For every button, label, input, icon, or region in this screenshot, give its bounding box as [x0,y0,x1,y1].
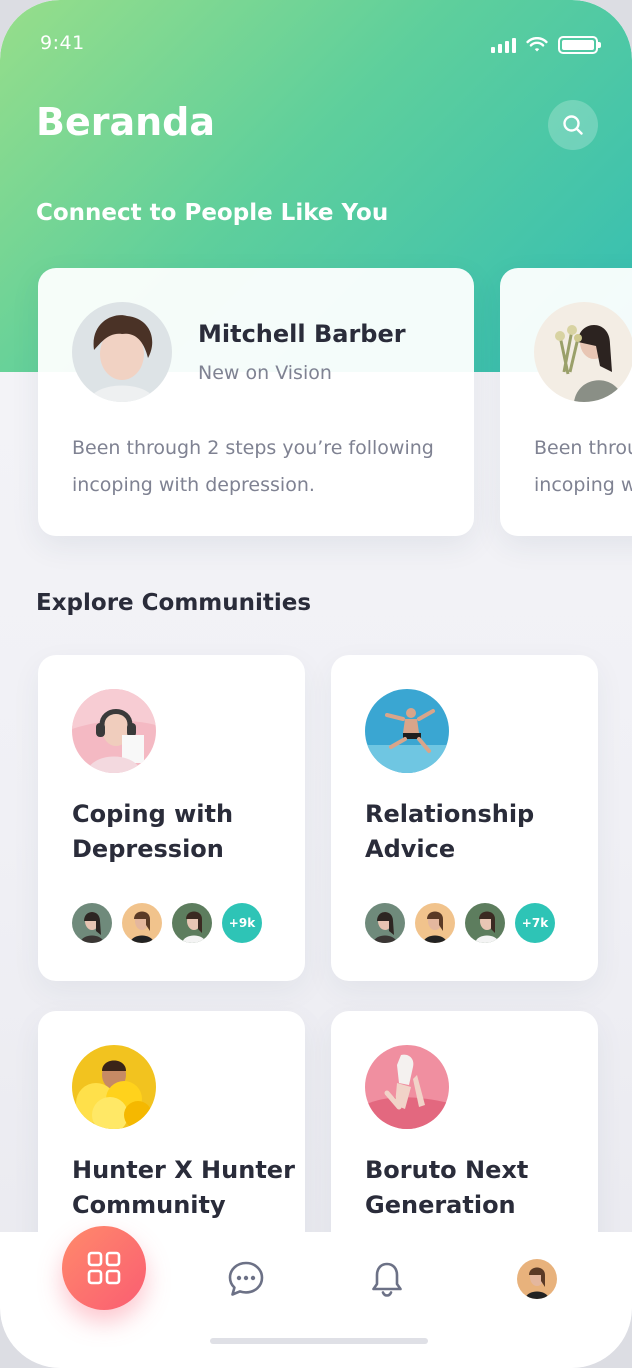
member-list: +9k [72,903,262,943]
community-title: Hunter X Hunter Community [72,1156,295,1219]
community-card[interactable]: Coping with Depression +9k [38,655,305,981]
person-card[interactable]: Been through 2 steps you’re following in… [500,268,632,536]
person-card[interactable]: Mitchell Barber New on Vision Been throu… [38,268,474,536]
member-count-badge: +7k [515,903,555,943]
member-avatar [465,903,505,943]
status-time: 9:41 [40,32,85,54]
tab-chat[interactable] [226,1259,266,1299]
home-indicator [210,1338,428,1344]
community-title: Boruto Next Generation [365,1156,529,1219]
community-card[interactable]: Relationship Advice +7k [331,655,598,981]
search-icon [563,115,583,135]
tab-notifications[interactable] [367,1259,407,1299]
member-avatar [172,903,212,943]
member-avatar [365,903,405,943]
person-description: Been through 2 steps you’re following in… [534,437,632,496]
community-title: Relationship Advice [365,800,535,863]
bell-icon [372,1262,402,1297]
search-button[interactable] [548,100,598,150]
community-avatar [72,689,156,773]
person-status: New on Vision [198,362,332,384]
member-list: +7k [365,903,555,943]
status-bar: 9:41 [0,0,632,80]
signal-icon [491,37,516,53]
tab-home[interactable] [62,1226,146,1310]
community-avatar [365,689,449,773]
person-avatar [534,302,632,402]
person-description: Been through 2 steps you’re following in… [72,437,434,496]
member-avatar [72,903,112,943]
member-avatar [122,903,162,943]
battery-icon [558,36,601,54]
person-name: Mitchell Barber [198,320,406,348]
community-avatar [72,1045,156,1129]
status-icons [491,36,601,54]
page-title: Beranda [36,100,216,144]
chat-icon [228,1261,264,1296]
grid-icon [87,1251,121,1285]
wifi-icon [526,37,548,52]
community-title: Coping with Depression [72,800,234,863]
tab-profile-avatar[interactable] [517,1259,557,1299]
member-count-badge: +9k [222,903,262,943]
section-subtitle: Connect to People Like You [36,200,389,226]
explore-title: Explore Communities [36,590,312,616]
phone-screen: 9:41 Beranda Connect to People Like You [0,0,632,1368]
person-avatar [72,302,172,402]
member-avatar [415,903,455,943]
community-avatar [365,1045,449,1129]
